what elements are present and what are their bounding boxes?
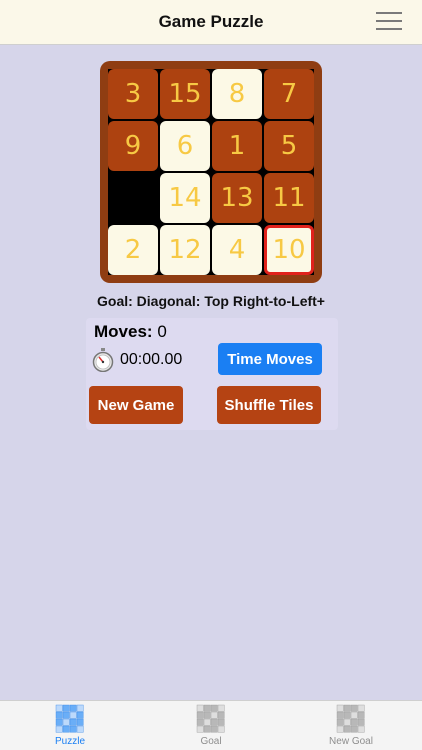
tab-label-goal: Goal [200,736,222,747]
tab-bar: Puzzle Goal New Goal [0,700,422,750]
puzzle-tile[interactable]: 1 [212,121,262,171]
moves-value: 0 [157,322,167,341]
empty-slot [108,173,158,223]
puzzle-grid: 3 15 8 7 9 6 1 5 14 13 11 2 12 4 10 [108,69,314,275]
puzzle-tile[interactable]: 6 [160,121,210,171]
page-title: Game Puzzle [158,12,264,31]
tab-label-new-goal: New Goal [329,736,373,747]
puzzle-tile[interactable]: 12 [160,225,210,275]
time-moves-button[interactable]: Time Moves [218,343,322,375]
new-goal-grid-icon [336,704,365,733]
tab-label-puzzle: Puzzle [54,736,85,747]
puzzle-tile[interactable]: 13 [212,173,262,223]
goal-description: Goal: Diagonal: Top Right-to-Left+ [97,293,325,309]
tab-puzzle[interactable]: Puzzle [30,704,110,747]
puzzle-tile[interactable]: 10 [264,225,314,275]
puzzle-tile[interactable]: 11 [264,173,314,223]
puzzle-tile[interactable]: 8 [212,69,262,119]
puzzle-tile[interactable]: 2 [108,225,158,275]
puzzle-tile[interactable]: 15 [160,69,210,119]
puzzle-tile[interactable]: 9 [108,121,158,171]
hamburger-menu-icon[interactable] [376,12,402,32]
new-game-button[interactable]: New Game [89,386,183,424]
timer-value: 00:00.00 [120,351,183,368]
goal-grid-icon [196,704,225,733]
puzzle-board: 3 15 8 7 9 6 1 5 14 13 11 2 12 4 10 [100,61,322,283]
puzzle-tile[interactable]: 4 [212,225,262,275]
puzzle-tile[interactable]: 14 [160,173,210,223]
moves-label: Moves: [94,322,153,341]
tab-goal[interactable]: Goal [171,704,251,747]
moves-counter: Moves: 0 [94,322,167,342]
timer: 00:00.00 [92,348,182,372]
puzzle-tile[interactable]: 3 [108,69,158,119]
shuffle-tiles-button[interactable]: Shuffle Tiles [217,386,321,424]
puzzle-tile[interactable]: 7 [264,69,314,119]
tab-new-goal[interactable]: New Goal [311,704,391,747]
puzzle-tile[interactable]: 5 [264,121,314,171]
navigation-bar: Game Puzzle [0,0,422,45]
stopwatch-icon [92,348,114,372]
puzzle-grid-icon [55,704,84,733]
